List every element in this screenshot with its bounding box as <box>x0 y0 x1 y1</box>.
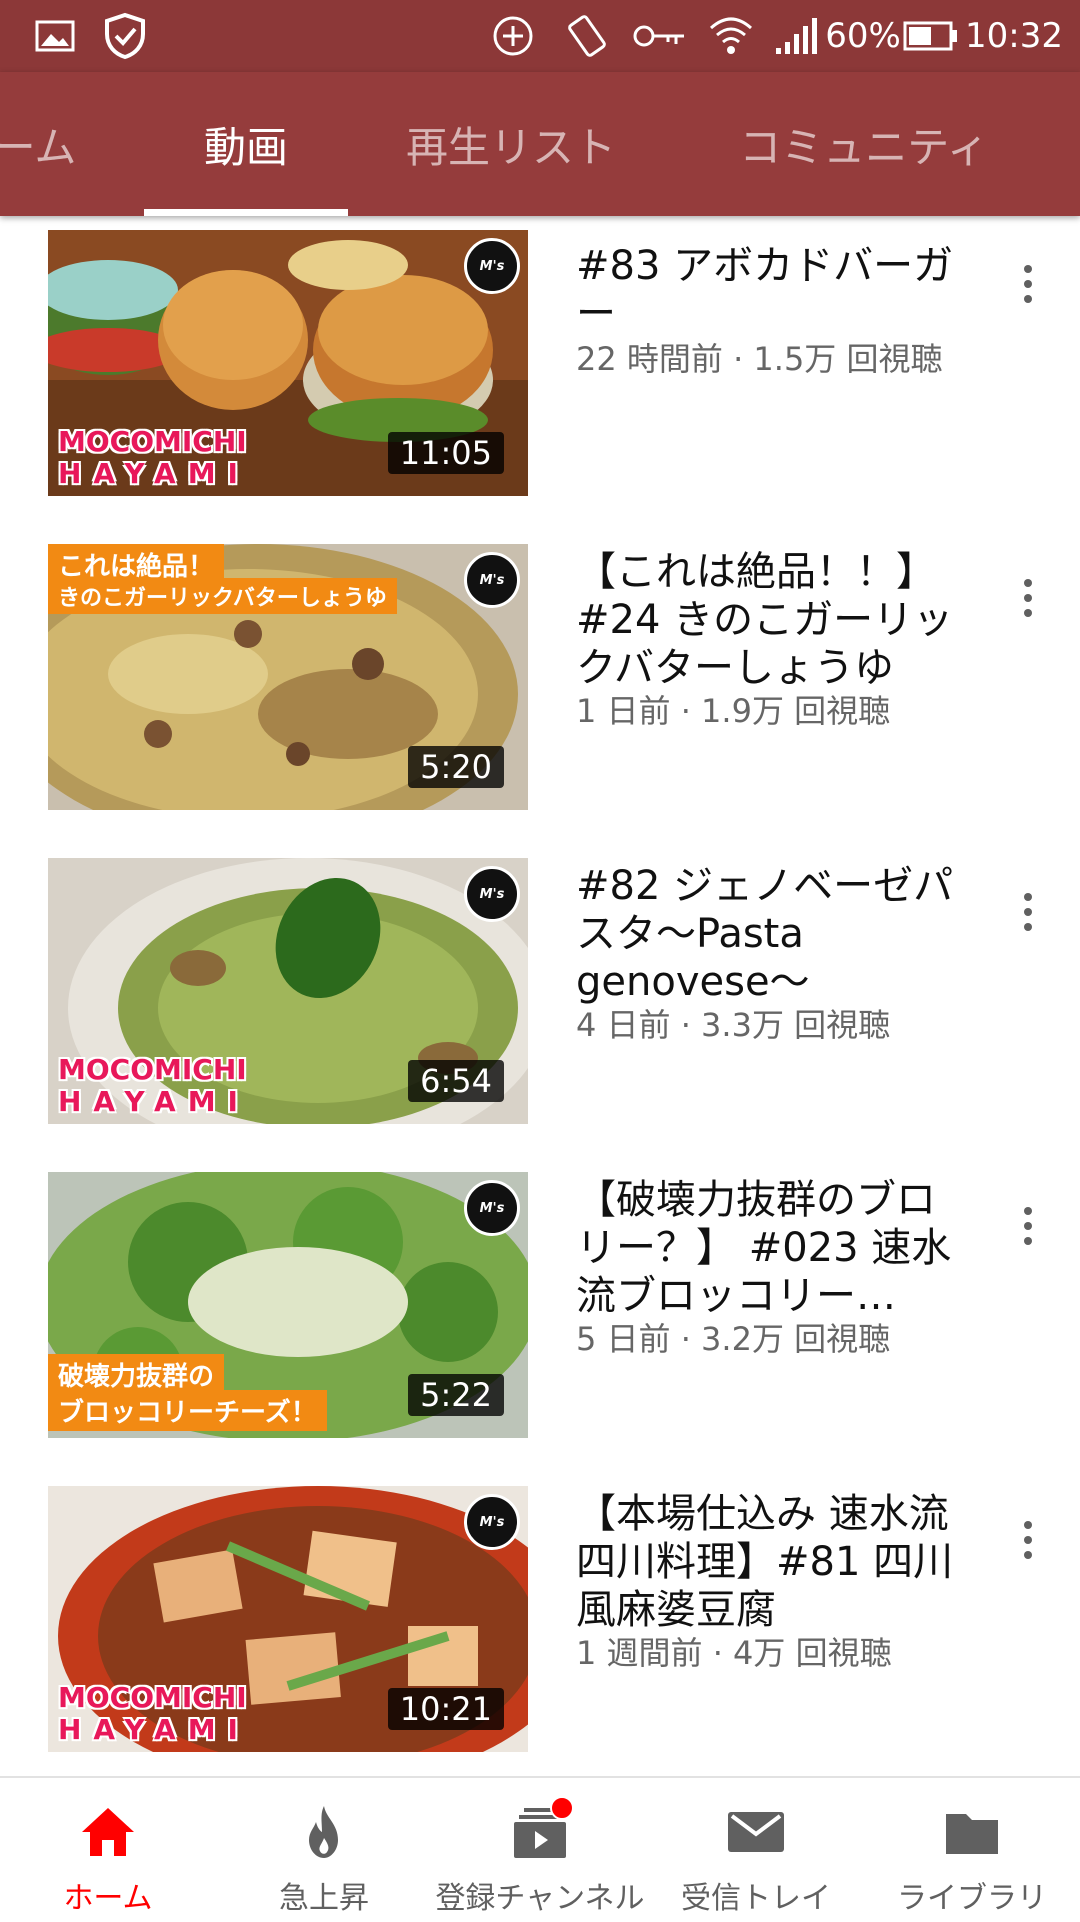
nav-label: 受信トレイ <box>681 1881 831 1916</box>
thumbnail-banner: ブロッコリーチーズ！ <box>48 1390 327 1431</box>
brand-overlay: MOCOMICHI HAYAMI <box>58 1682 250 1746</box>
more-options-icon[interactable] <box>1010 568 1046 628</box>
rotate-icon <box>560 0 614 72</box>
video-title[interactable]: #82 ジェノベーゼパスタ〜Pasta genovese〜 <box>576 862 966 1006</box>
channel-logo: M's <box>464 1180 520 1236</box>
video-duration: 5:20 <box>408 746 504 788</box>
nav-trending[interactable]: 急上昇 <box>216 1778 432 1922</box>
shield-check-icon <box>100 0 150 72</box>
nav-label: 登録チャンネル <box>435 1881 645 1916</box>
key-icon <box>630 0 690 72</box>
clock: 10:32 <box>965 16 1063 56</box>
tab-playlists[interactable]: 再生リスト <box>396 72 626 216</box>
brand-overlay: MOCOMICHI HAYAMI <box>58 426 250 490</box>
nav-label: ホーム <box>63 1881 153 1916</box>
active-tab-indicator <box>144 209 348 216</box>
channel-logo: M's <box>464 1494 520 1550</box>
channel-logo: M's <box>464 866 520 922</box>
more-options-icon[interactable] <box>1010 1196 1046 1256</box>
video-meta: 5 日前 · 3.2万 回視聴 <box>576 1320 891 1358</box>
mail-icon <box>726 1802 786 1862</box>
video-meta: 1 週間前 · 4万 回視聴 <box>576 1634 892 1672</box>
video-item[interactable]: M's これは絶品！ きのこガーリックバターしょうゆ 5:20 【これは絶品！！… <box>0 544 1080 810</box>
thumbnail-banner: きのこガーリックバターしょうゆ <box>48 578 397 614</box>
video-duration: 6:54 <box>408 1060 504 1102</box>
video-item[interactable]: M's 破壊力抜群の ブロッコリーチーズ！ 5:22 【破壊力抜群のブロリー？】… <box>0 1172 1080 1438</box>
video-thumbnail[interactable]: M's MOCOMICHI HAYAMI 11:05 <box>48 230 528 496</box>
channel-logo: M's <box>464 552 520 608</box>
video-meta: 22 時間前 · 1.5万 回視聴 <box>576 340 943 378</box>
notification-badge <box>550 1796 574 1820</box>
video-meta: 4 日前 · 3.3万 回視聴 <box>576 1006 891 1044</box>
battery-icon <box>902 0 960 72</box>
video-thumbnail[interactable]: M's MOCOMICHI HAYAMI 10:21 <box>48 1486 528 1752</box>
video-thumbnail[interactable]: M's MOCOMICHI HAYAMI 6:54 <box>48 858 528 1124</box>
more-options-icon[interactable] <box>1010 882 1046 942</box>
channel-tab-bar: ーム 動画 再生リスト コミュニティ <box>0 72 1080 216</box>
brand-line: MOCOMICHI <box>58 425 247 458</box>
gallery-icon <box>30 0 80 72</box>
video-title[interactable]: 【破壊力抜群のブロリー？】 #023 速水流ブロッコリー… <box>576 1176 966 1320</box>
tab-videos[interactable]: 動画 <box>144 72 348 216</box>
nav-label: ライブラリ <box>897 1881 1047 1916</box>
video-thumbnail[interactable]: M's 破壊力抜群の ブロッコリーチーズ！ 5:22 <box>48 1172 528 1438</box>
more-options-icon[interactable] <box>1010 1510 1046 1570</box>
tab-home[interactable]: ーム <box>0 72 90 216</box>
nav-inbox[interactable]: 受信トレイ <box>648 1778 864 1922</box>
thumbnail-banner: 破壊力抜群の <box>48 1354 225 1395</box>
status-bar: 60% 10:32 <box>0 0 1080 72</box>
folder-icon <box>942 1802 1002 1862</box>
tab-community[interactable]: コミュニティ <box>726 72 1002 216</box>
more-options-icon[interactable] <box>1010 254 1046 314</box>
video-item[interactable]: M's MOCOMICHI HAYAMI 6:54 #82 ジェノベーゼパスタ〜… <box>0 858 1080 1124</box>
home-icon <box>78 1802 138 1862</box>
bottom-navigation: ホーム 急上昇 登録チャンネル 受信トレイ ライブラリ <box>0 1776 1080 1922</box>
battery-percent: 60% <box>825 16 901 56</box>
nav-subscriptions[interactable]: 登録チャンネル <box>432 1778 648 1922</box>
video-meta: 1 日前 · 1.9万 回視聴 <box>576 692 891 730</box>
brand-line: HAYAMI <box>58 1085 250 1118</box>
nav-label: 急上昇 <box>279 1881 369 1916</box>
video-duration: 11:05 <box>387 432 504 474</box>
video-title[interactable]: 【本場仕込み 速水流四川料理】#81 四川風麻婆豆腐 <box>576 1490 966 1634</box>
video-list: M's MOCOMICHI HAYAMI 11:05 #83 アボカドバーガー … <box>0 216 1080 1776</box>
brand-overlay: MOCOMICHI HAYAMI <box>58 1054 250 1118</box>
signal-icon <box>772 0 822 72</box>
video-item[interactable]: M's MOCOMICHI HAYAMI 11:05 #83 アボカドバーガー … <box>0 230 1080 496</box>
brand-line: HAYAMI <box>58 457 250 490</box>
nav-home[interactable]: ホーム <box>0 1778 216 1922</box>
video-duration: 5:22 <box>408 1374 504 1416</box>
flame-icon <box>294 1802 354 1862</box>
nav-library[interactable]: ライブラリ <box>864 1778 1080 1922</box>
brand-line: MOCOMICHI <box>58 1053 247 1086</box>
brand-line: HAYAMI <box>58 1713 250 1746</box>
add-circle-icon <box>488 0 538 72</box>
video-duration: 10:21 <box>387 1688 504 1730</box>
video-title[interactable]: 【これは絶品！！】#24 きのこガーリックバターしょうゆ <box>576 548 966 692</box>
video-item[interactable]: M's MOCOMICHI HAYAMI 10:21 【本場仕込み 速水流四川料… <box>0 1486 1080 1752</box>
video-thumbnail[interactable]: M's これは絶品！ きのこガーリックバターしょうゆ 5:20 <box>48 544 528 810</box>
video-title[interactable]: #83 アボカドバーガー <box>576 242 966 338</box>
channel-logo: M's <box>464 238 520 294</box>
brand-line: MOCOMICHI <box>58 1681 247 1714</box>
wifi-icon <box>706 0 756 72</box>
